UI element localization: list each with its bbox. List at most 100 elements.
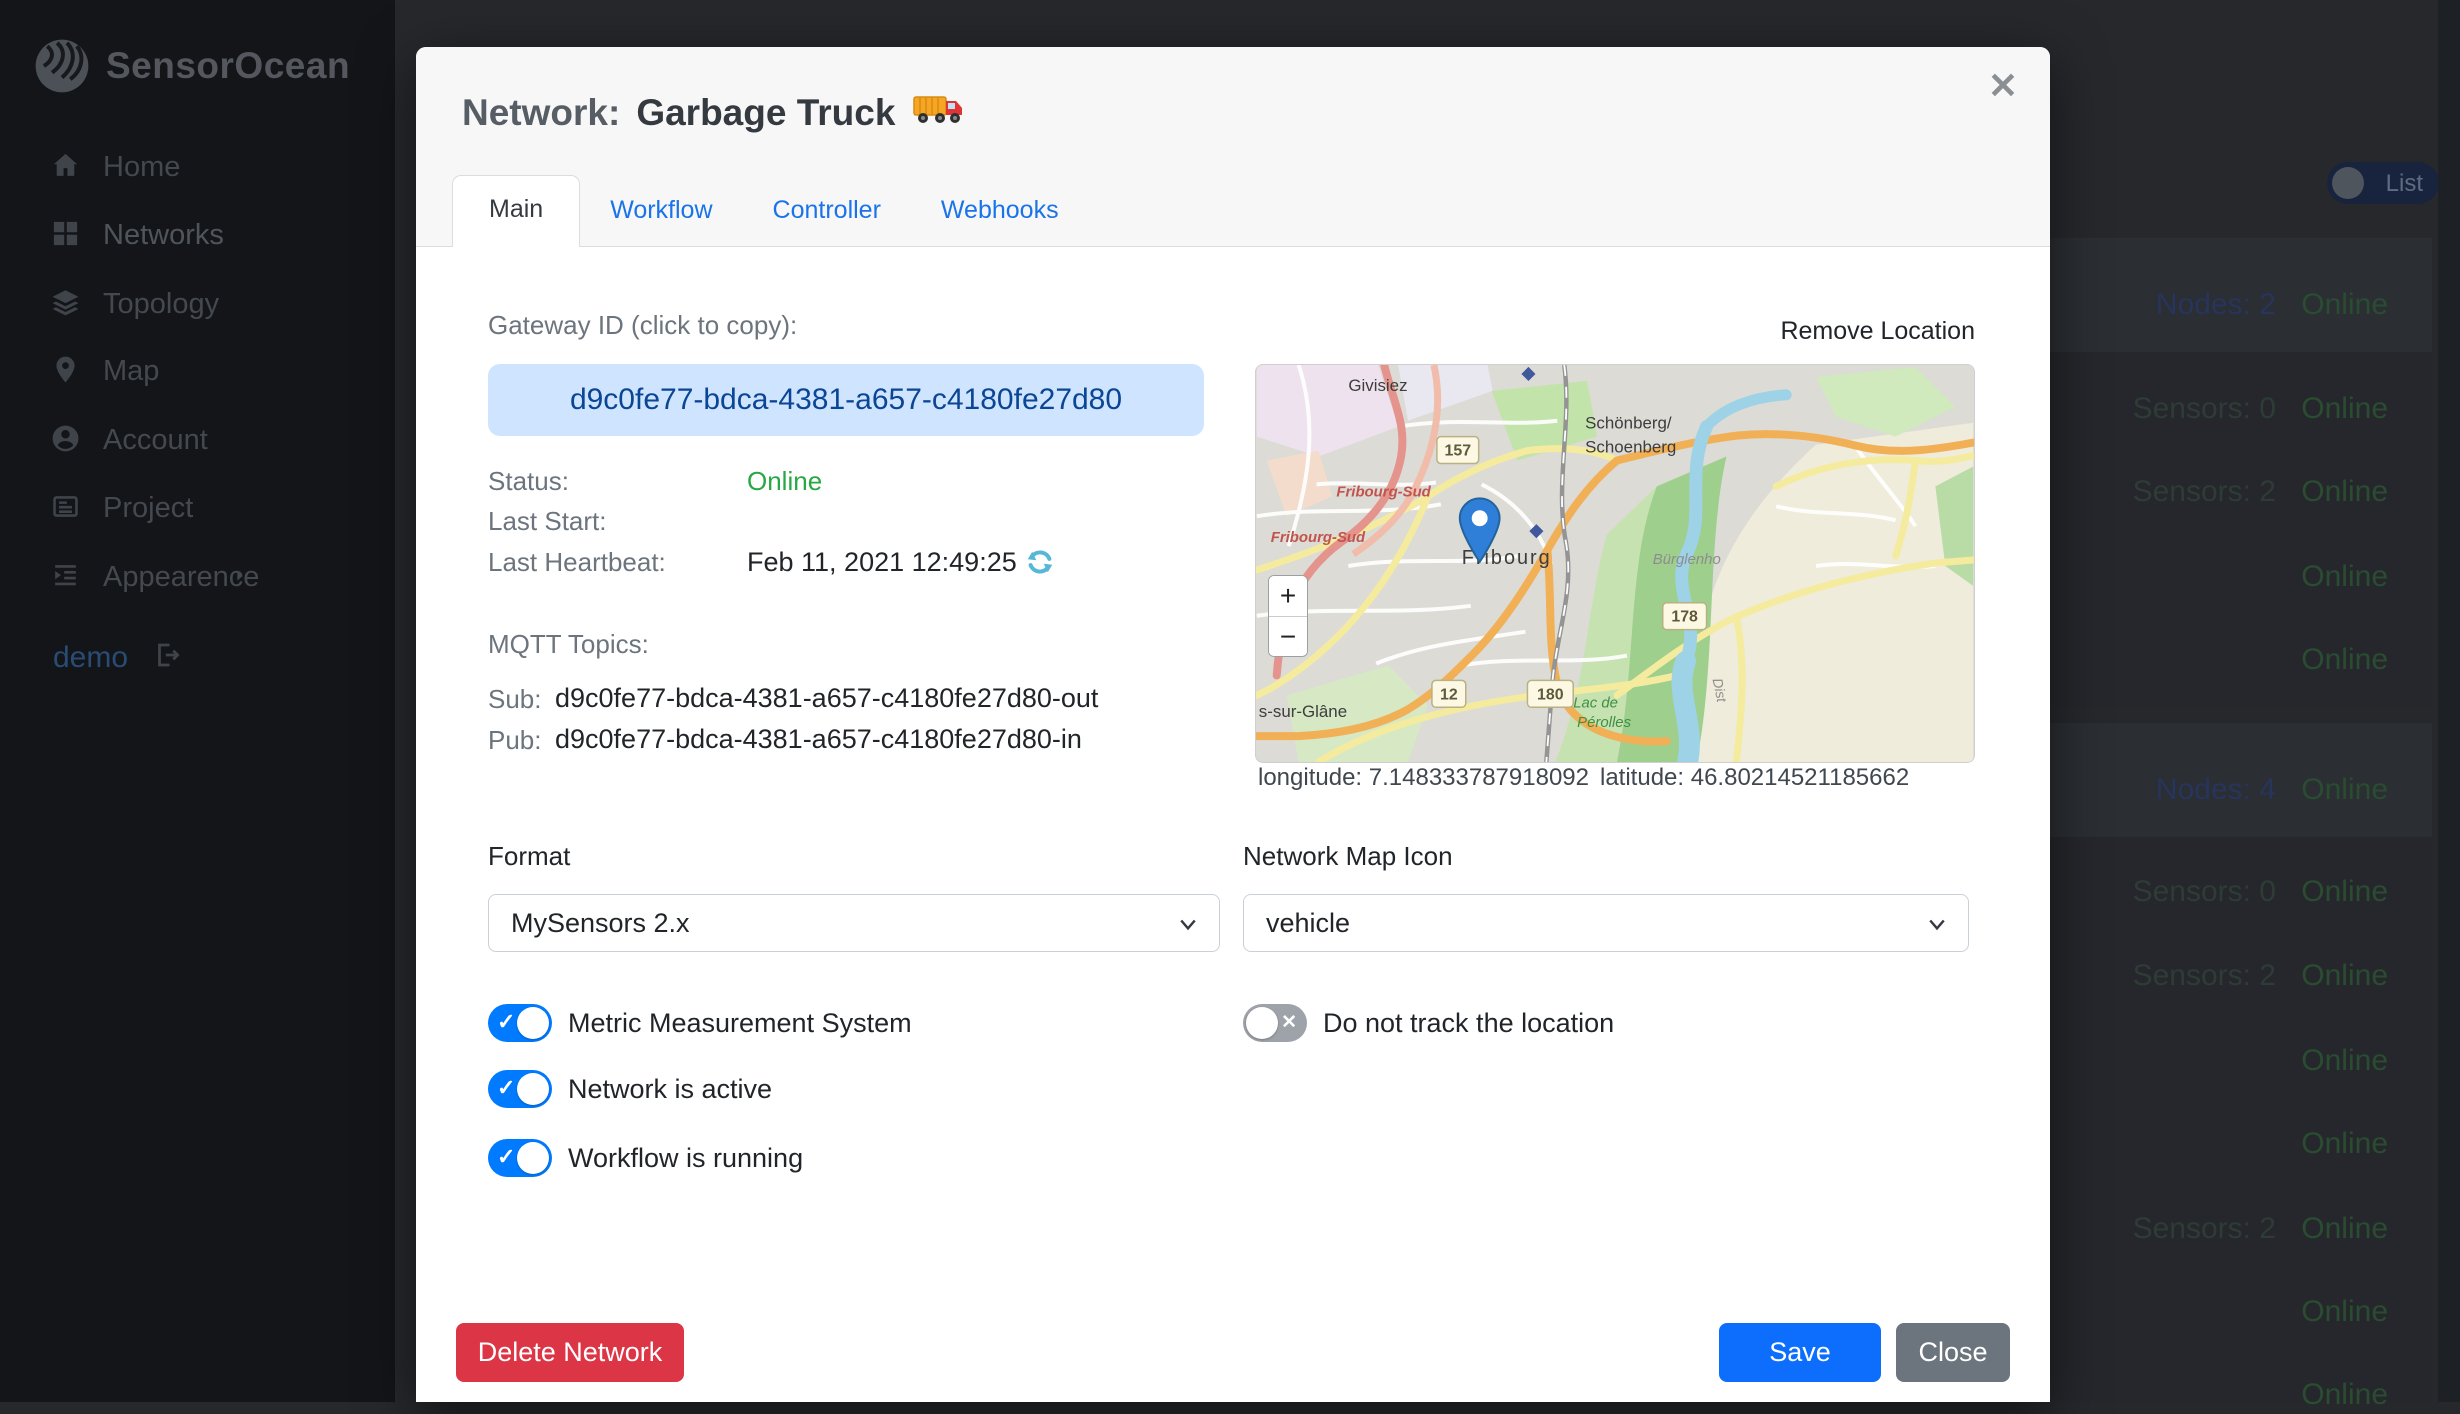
chevron-down-icon bbox=[1928, 908, 1946, 939]
home-icon bbox=[50, 150, 81, 186]
map-label-sur-glane: s-sur-Glâne bbox=[1259, 702, 1347, 721]
sidebar-item-map[interactable]: Map bbox=[0, 342, 395, 400]
tab-workflow[interactable]: Workflow bbox=[580, 178, 742, 247]
sidebar-item-account[interactable]: Account bbox=[0, 411, 395, 469]
map-label-fribourg-sud: Fribourg-Sud bbox=[1336, 483, 1431, 500]
sidebar-item-networks[interactable]: Networks bbox=[0, 206, 395, 264]
status-label: Status: bbox=[488, 466, 569, 497]
nodes-count: Nodes: 2 bbox=[2156, 288, 2276, 322]
last-start-label: Last Start: bbox=[488, 506, 607, 537]
toggle-knob bbox=[1246, 1007, 1278, 1039]
map-label-schoenberg: Schoenberg bbox=[1585, 438, 1676, 457]
mqtt-pub-value: d9c0fe77-bdca-4381-a657-c4180fe27d80-in bbox=[555, 724, 1082, 755]
caret-right-icon bbox=[232, 568, 248, 589]
last-heartbeat-label: Last Heartbeat: bbox=[488, 547, 666, 578]
tab-main[interactable]: Main bbox=[452, 175, 580, 247]
map-label-perolles: Pérolles bbox=[1577, 714, 1631, 731]
zoom-out-button[interactable]: − bbox=[1269, 616, 1307, 656]
sidebar-item-label: Account bbox=[103, 424, 208, 457]
modal-title: Network: Garbage Truck bbox=[462, 91, 965, 140]
title-prefix: Network: bbox=[462, 92, 620, 133]
layers-icon bbox=[50, 287, 81, 323]
network-modal: Network: Garbage Truck ✕ Main Workflow Co… bbox=[416, 47, 2050, 1402]
save-button[interactable]: Save bbox=[1719, 1323, 1881, 1382]
network-active-label: Network is active bbox=[568, 1074, 772, 1105]
sidebar-item-project[interactable]: Project bbox=[0, 479, 395, 537]
latitude-value: latitude: 46.80214521185662 bbox=[1600, 764, 1909, 792]
chevron-down-icon bbox=[1179, 908, 1197, 939]
refresh-icon[interactable] bbox=[1025, 547, 1055, 577]
indent-list-icon bbox=[50, 560, 81, 596]
map-canvas: 157 12 180 178 Givisiez Schönberg/ Schoe… bbox=[1256, 365, 1974, 762]
map-label-lac-de: Lac de bbox=[1573, 694, 1618, 711]
map-label-burglen: Bürglenho bbox=[1653, 551, 1721, 568]
toggle-knob bbox=[2332, 167, 2364, 199]
map-marker-icon bbox=[50, 354, 81, 390]
workflow-running-label: Workflow is running bbox=[568, 1143, 803, 1174]
user-demo-link[interactable]: demo bbox=[53, 641, 128, 675]
location-map[interactable]: 157 12 180 178 Givisiez Schönberg/ Schoe… bbox=[1255, 364, 1975, 763]
newspaper-icon bbox=[50, 491, 81, 527]
delete-network-button[interactable]: Delete Network bbox=[456, 1323, 684, 1382]
map-label-schonberg: Schönberg/ bbox=[1585, 414, 1672, 433]
grid-icon bbox=[50, 218, 81, 254]
status-badge: Online bbox=[2301, 773, 2388, 807]
brand-name: SensorOcean bbox=[106, 45, 350, 87]
map-zoom-control: + − bbox=[1268, 575, 1308, 657]
tab-webhooks[interactable]: Webhooks bbox=[911, 178, 1089, 247]
sidebar-item-home[interactable]: Home bbox=[0, 138, 395, 196]
mqtt-pub-label: Pub: bbox=[488, 725, 542, 756]
road-badge-178: 178 bbox=[1671, 609, 1698, 626]
metric-system-toggle[interactable]: ✓ bbox=[488, 1004, 552, 1042]
gateway-id-pill[interactable]: d9c0fe77-bdca-4381-a657-c4180fe27d80 bbox=[488, 364, 1204, 436]
check-icon: ✓ bbox=[497, 1144, 515, 1170]
mqtt-topics-label: MQTT Topics: bbox=[488, 629, 649, 660]
x-icon: ✕ bbox=[1281, 1011, 1297, 1034]
mqtt-sub-label: Sub: bbox=[488, 684, 542, 715]
network-active-toggle[interactable]: ✓ bbox=[488, 1070, 552, 1108]
zoom-in-button[interactable]: + bbox=[1269, 576, 1307, 616]
modal-tabs: Main Workflow Controller Webhooks bbox=[452, 175, 1089, 247]
remove-location-link[interactable]: Remove Location bbox=[1255, 317, 1975, 346]
nodes-count: Nodes: 4 bbox=[2156, 773, 2276, 807]
sidebar: SensorOcean Home Networks Topology Map A… bbox=[0, 0, 395, 1402]
map-icon-select-value: vehicle bbox=[1266, 908, 1350, 939]
sensorocean-logo-icon bbox=[34, 38, 90, 94]
sidebar-item-label: Topology bbox=[103, 288, 219, 321]
metric-system-label: Metric Measurement System bbox=[568, 1008, 912, 1039]
longitude-value: longitude: 7.148333787918092 bbox=[1258, 764, 1589, 792]
check-icon: ✓ bbox=[497, 1009, 515, 1035]
modal-header: Network: Garbage Truck ✕ Main Workflow Co… bbox=[416, 47, 2050, 247]
format-select-value: MySensors 2.x bbox=[511, 908, 690, 939]
track-location-toggle[interactable]: ✕ bbox=[1243, 1004, 1307, 1042]
format-label: Format bbox=[488, 841, 570, 872]
toggle-knob bbox=[517, 1073, 549, 1105]
user-circle-icon bbox=[50, 423, 81, 459]
status-badge: Online bbox=[2301, 288, 2388, 322]
modal-body: Gateway ID (click to copy): d9c0fe77-bdc… bbox=[416, 247, 2050, 1402]
user-row: demo bbox=[53, 640, 182, 675]
gateway-id-label: Gateway ID (click to copy): bbox=[488, 310, 797, 341]
sidebar-item-topology[interactable]: Topology bbox=[0, 275, 395, 333]
map-label-givisiez: Givisiez bbox=[1348, 376, 1407, 395]
workflow-running-toggle[interactable]: ✓ bbox=[488, 1139, 552, 1177]
road-badge-157: 157 bbox=[1445, 443, 1472, 460]
sidebar-item-label: Home bbox=[103, 151, 180, 184]
last-heartbeat-value: Feb 11, 2021 12:49:25 bbox=[747, 547, 1017, 578]
network-name: Garbage Truck bbox=[636, 92, 895, 133]
check-icon: ✓ bbox=[497, 1075, 515, 1101]
tab-controller[interactable]: Controller bbox=[743, 178, 911, 247]
format-select[interactable]: MySensors 2.x bbox=[488, 894, 1220, 952]
mqtt-sub-value: d9c0fe77-bdca-4381-a657-c4180fe27d80-out bbox=[555, 683, 1098, 714]
status-value: Online bbox=[747, 466, 822, 497]
map-icon-select[interactable]: vehicle bbox=[1243, 894, 1969, 952]
close-icon[interactable]: ✕ bbox=[1988, 65, 2018, 107]
sign-out-icon[interactable] bbox=[152, 640, 182, 675]
page-edge bbox=[2438, 0, 2460, 1402]
close-button[interactable]: Close bbox=[1896, 1323, 2010, 1382]
track-location-label: Do not track the location bbox=[1323, 1008, 1614, 1039]
brand[interactable]: SensorOcean bbox=[34, 38, 350, 94]
list-view-toggle[interactable]: List bbox=[2327, 162, 2439, 204]
sidebar-item-appearence[interactable]: Appearence bbox=[0, 548, 395, 606]
road-badge-12: 12 bbox=[1440, 686, 1458, 703]
